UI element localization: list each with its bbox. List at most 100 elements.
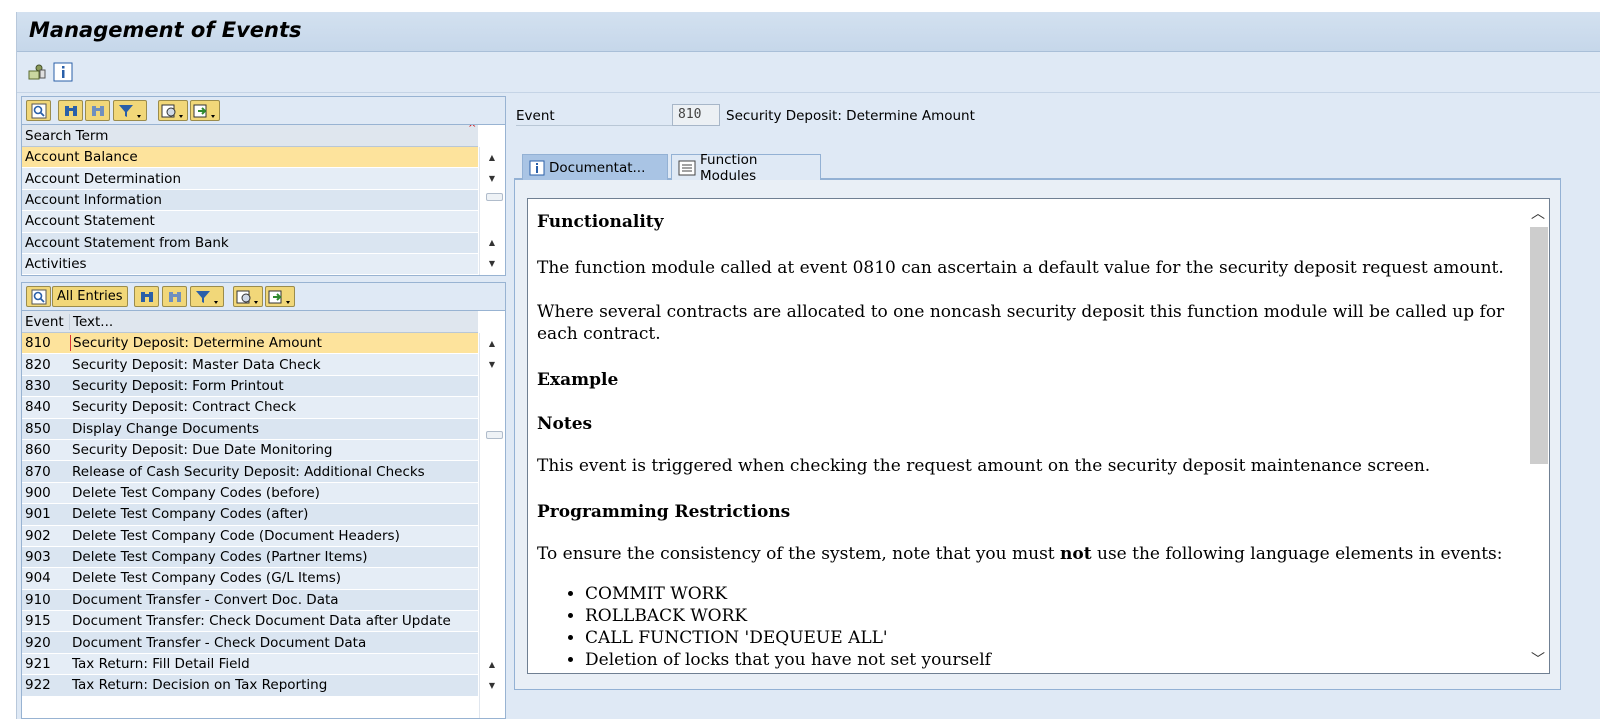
search-term-item[interactable]: Account Balance <box>22 147 478 169</box>
search-term-item[interactable]: Account Statement from Bank <box>22 232 478 254</box>
documentation-panel: Functionality The function module called… <box>514 180 1561 690</box>
table-row[interactable]: 870 Release of Cash Security Deposit: Add… <box>22 461 478 483</box>
text-column[interactable]: Text... <box>70 314 113 330</box>
events-scrollbar[interactable]: ▲ ▼ ▲ ▼ <box>479 333 505 718</box>
text-cell: Delete Test Company Codes (after) <box>72 506 309 523</box>
page-up-icon[interactable]: ▲ <box>480 232 504 253</box>
layout-dropdown-icon[interactable] <box>158 100 188 121</box>
event-cell: 902 <box>25 527 51 544</box>
filter-dropdown-icon[interactable] <box>113 100 147 121</box>
table-row[interactable]: 820 Security Deposit: Master Data Check <box>22 354 478 376</box>
search-scrollbar[interactable]: ▲ ▼ ▲ ▼ <box>479 147 505 275</box>
page-title: Management of Events <box>29 18 302 42</box>
all-entries-button[interactable]: All Entries <box>52 286 128 307</box>
search-term-header: Search Term ^ <box>22 125 478 147</box>
scroll-thumb[interactable] <box>486 431 503 439</box>
scroll-up-icon[interactable]: ▲ <box>480 333 504 354</box>
page-down-icon[interactable]: ▼ <box>480 675 504 696</box>
event-cell: 903 <box>25 549 51 566</box>
text-cell: Security Deposit: Due Date Monitoring <box>72 442 333 459</box>
event-cell: 820 <box>25 356 51 373</box>
table-row[interactable]: 915 Document Transfer: Check Document Dat… <box>22 611 478 633</box>
event-description: Security Deposit: Determine Amount <box>726 108 975 124</box>
text-cell: Delete Test Company Code (Document Heade… <box>72 527 400 544</box>
text-cell: Delete Test Company Codes (before) <box>72 484 320 501</box>
table-row[interactable]: 904 Delete Test Company Codes (G/L Items) <box>22 568 478 590</box>
chevron-up-icon[interactable]: ︿ <box>1529 203 1547 223</box>
documentation-content: Functionality The function module called… <box>537 209 1527 671</box>
search-term-item[interactable]: Account Statement <box>22 211 478 233</box>
event-field[interactable]: 810 <box>672 104 720 126</box>
sort-indicator-icon: ^ <box>468 124 477 134</box>
event-cell: 840 <box>25 399 51 416</box>
text-cell: Document Transfer - Convert Doc. Data <box>72 591 339 608</box>
table-row[interactable]: 850 Display Change Documents <box>22 418 478 440</box>
text-cell: Security Deposit: Determine Amount <box>70 335 478 352</box>
event-cell: 830 <box>25 377 51 394</box>
chevron-down-icon[interactable]: ﹀ <box>1529 649 1547 669</box>
event-cell: 870 <box>25 463 51 480</box>
tab-documentation[interactable]: Documentat... <box>522 154 668 180</box>
info-icon <box>529 160 545 176</box>
text-cell: Release of Cash Security Deposit: Additi… <box>72 463 425 480</box>
table-row[interactable]: 840 Security Deposit: Contract Check <box>22 397 478 419</box>
table-row[interactable]: 900 Delete Test Company Codes (before) <box>22 482 478 505</box>
export-dropdown-icon[interactable] <box>190 100 220 121</box>
page-up-icon[interactable]: ▲ <box>480 654 504 675</box>
left-pane: Search Term ^ Account Balance Account De… <box>21 96 506 719</box>
event-cell: 901 <box>25 506 51 523</box>
documentation-scrollbar[interactable]: ︿ ﹀ <box>1527 199 1549 673</box>
find-next-icon[interactable] <box>162 286 187 307</box>
layout-dropdown-icon[interactable] <box>233 286 263 307</box>
search-term-item[interactable]: Account Determination <box>22 168 478 190</box>
table-row[interactable]: 902 Delete Test Company Code (Document He… <box>22 525 478 547</box>
event-cell: 810 <box>25 335 51 352</box>
tabstrip: Documentat... Function Modules <box>514 150 1561 184</box>
scroll-thumb[interactable] <box>1530 227 1548 464</box>
filter-dropdown-icon[interactable] <box>190 286 224 307</box>
vertical-splitter[interactable] <box>506 96 514 719</box>
event-rows: 810 Security Deposit: Determine Amount 820… <box>22 333 505 697</box>
text-cell: Document Transfer: Check Document Data a… <box>72 613 451 630</box>
search-term-item[interactable]: Activities <box>22 253 478 275</box>
find-button[interactable] <box>26 100 51 121</box>
documentation-viewer[interactable]: Functionality The function module called… <box>527 198 1550 674</box>
event-cell: 915 <box>25 613 51 630</box>
table-row[interactable]: 810 Security Deposit: Determine Amount <box>22 333 478 355</box>
page-down-icon[interactable]: ▼ <box>480 253 504 274</box>
event-cell: 850 <box>25 420 51 437</box>
events-header: Event Text... <box>22 311 478 333</box>
search-term-column[interactable]: Search Term <box>22 128 108 144</box>
binoculars-icon[interactable] <box>134 286 159 307</box>
info-icon[interactable] <box>53 62 73 82</box>
event-column[interactable]: Event <box>22 313 70 330</box>
export-dropdown-icon[interactable] <box>265 286 295 307</box>
table-row[interactable]: 910 Document Transfer - Convert Doc. Data <box>22 589 478 612</box>
table-row[interactable]: 920 Document Transfer - Check Document Da… <box>22 632 478 654</box>
scroll-up-icon[interactable]: ▲ <box>480 147 504 168</box>
text-cell: Delete Test Company Codes (Partner Items… <box>72 549 368 566</box>
list-item: CALL FUNCTION 'DEQUEUE ALL' <box>585 627 1527 649</box>
list-icon <box>678 160 696 176</box>
object-icon[interactable] <box>27 62 47 82</box>
find-button[interactable] <box>26 286 51 307</box>
table-row[interactable]: 903 Delete Test Company Codes (Partner It… <box>22 546 478 569</box>
application-toolbar <box>17 53 1600 93</box>
functionality-heading: Functionality <box>537 212 664 232</box>
scroll-down-icon[interactable]: ▼ <box>480 168 504 189</box>
event-cell: 920 <box>25 634 51 651</box>
text-cell: Delete Test Company Codes (G/L Items) <box>72 570 342 587</box>
find-next-icon[interactable] <box>85 100 110 121</box>
events-grid: Event Text... 810 Security Deposit: Deter… <box>21 310 506 719</box>
table-row[interactable]: 860 Security Deposit: Due Date Monitoring <box>22 439 478 462</box>
table-row[interactable]: 830 Security Deposit: Form Printout <box>22 375 478 398</box>
tab-function-modules[interactable]: Function Modules <box>671 152 821 184</box>
text-cell: Display Change Documents <box>72 420 260 437</box>
binoculars-icon[interactable] <box>58 100 83 121</box>
table-row[interactable]: 922 Tax Return: Decision on Tax Reporting <box>22 675 478 697</box>
scroll-down-icon[interactable]: ▼ <box>480 354 504 375</box>
scroll-thumb[interactable] <box>486 193 503 201</box>
table-row[interactable]: 921 Tax Return: Fill Detail Field <box>22 653 478 676</box>
table-row[interactable]: 901 Delete Test Company Codes (after) <box>22 504 478 526</box>
search-term-item[interactable]: Account Information <box>22 189 478 212</box>
